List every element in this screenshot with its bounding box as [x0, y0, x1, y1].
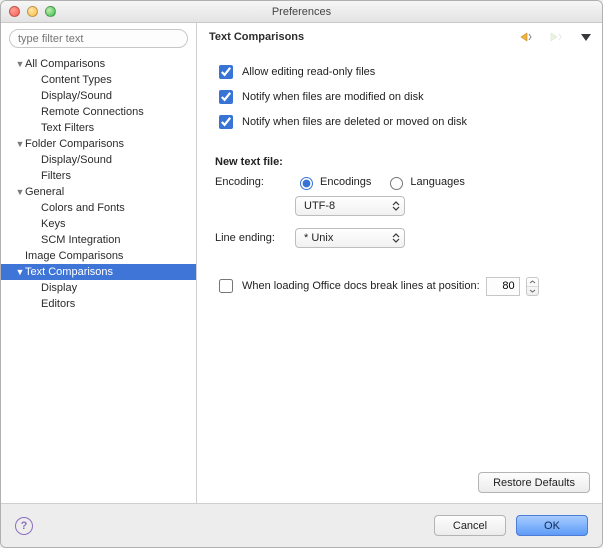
tree-item[interactable]: Remote Connections	[1, 104, 196, 120]
tree-item-label: SCM Integration	[41, 234, 120, 246]
encodings-radio-label: Encodings	[320, 176, 371, 188]
minimize-window-button[interactable]	[27, 6, 38, 17]
encoding-select-value: UTF-8	[304, 200, 335, 212]
form-area: Allow editing read-only files Notify whe…	[197, 53, 602, 300]
panel-title: Text Comparisons	[209, 31, 512, 43]
tree-item[interactable]: SCM Integration	[1, 232, 196, 248]
notify-deleted-label: Notify when files are deleted or moved o…	[242, 116, 467, 128]
line-ending-label: Line ending:	[215, 232, 295, 244]
disclosure-triangle-icon: ▼	[15, 139, 25, 149]
encoding-mode-radio-group: Encodings Languages	[295, 174, 465, 190]
new-text-file-heading: New text file:	[215, 156, 584, 168]
tree-item-label: Folder Comparisons	[25, 138, 124, 150]
tree-item[interactable]: Display	[1, 280, 196, 296]
preferences-window: Preferences ▼All ComparisonsContent Type…	[0, 0, 603, 548]
line-ending-select[interactable]: * Unix	[295, 228, 405, 248]
disclosure-triangle-icon: ▼	[15, 267, 25, 277]
tree-item-label: Editors	[41, 298, 75, 310]
office-break-checkbox[interactable]	[219, 279, 233, 293]
notify-deleted-checkbox[interactable]	[219, 115, 233, 129]
tree-item-label: Content Types	[41, 74, 112, 86]
office-break-label: When loading Office docs break lines at …	[242, 280, 480, 292]
tree-item-label: Remote Connections	[41, 106, 144, 118]
sidebar: ▼All ComparisonsContent TypesDisplay/Sou…	[1, 23, 197, 503]
encoding-select[interactable]: UTF-8	[295, 196, 405, 216]
tree-item-label: Display/Sound	[41, 90, 112, 102]
stepper-up-icon[interactable]	[527, 278, 538, 287]
tree-item[interactable]: Image Comparisons	[1, 248, 196, 264]
content-area: ▼All ComparisonsContent TypesDisplay/Sou…	[1, 23, 602, 503]
stepper-down-icon[interactable]	[527, 287, 538, 295]
nav-controls	[512, 31, 592, 43]
filter-input[interactable]	[9, 29, 188, 48]
allow-edit-ro-checkbox[interactable]	[219, 65, 233, 79]
cancel-button[interactable]: Cancel	[434, 515, 506, 536]
tree-item[interactable]: Colors and Fonts	[1, 200, 196, 216]
encodings-radio[interactable]	[300, 177, 313, 190]
tree-item[interactable]: Filters	[1, 168, 196, 184]
tree-item[interactable]: Keys	[1, 216, 196, 232]
encoding-select-row: UTF-8	[215, 196, 584, 216]
window-controls	[1, 6, 56, 17]
tree-item[interactable]: Editors	[1, 296, 196, 312]
tree-item-label: Image Comparisons	[25, 250, 123, 262]
panel-header: Text Comparisons	[197, 23, 602, 53]
languages-radio-label: Languages	[410, 176, 464, 188]
help-button[interactable]: ?	[15, 517, 33, 535]
disclosure-triangle-icon: ▼	[15, 59, 25, 69]
footer: ? Cancel OK	[1, 503, 602, 547]
encodings-radio-row[interactable]: Encodings	[295, 174, 371, 190]
tree-item[interactable]: ▼Folder Comparisons	[1, 136, 196, 152]
tree-item[interactable]: ▼All Comparisons	[1, 56, 196, 72]
back-button[interactable]	[512, 31, 532, 43]
notify-deleted-row[interactable]: Notify when files are deleted or moved o…	[215, 112, 584, 132]
languages-radio[interactable]	[390, 177, 403, 190]
select-stepper-icon	[392, 233, 400, 243]
tree-item[interactable]: Text Filters	[1, 120, 196, 136]
notify-modified-label: Notify when files are modified on disk	[242, 91, 424, 103]
filter-container	[9, 29, 188, 48]
tree-item[interactable]: Display/Sound	[1, 88, 196, 104]
allow-edit-ro-label: Allow editing read-only files	[242, 66, 375, 78]
allow-edit-ro-row[interactable]: Allow editing read-only files	[215, 62, 584, 82]
notify-modified-checkbox[interactable]	[219, 90, 233, 104]
close-window-button[interactable]	[9, 6, 20, 17]
tree-item-label: Colors and Fonts	[41, 202, 125, 214]
disclosure-triangle-icon: ▼	[15, 187, 25, 197]
tree-item-label: Keys	[41, 218, 65, 230]
tree-item-label: All Comparisons	[25, 58, 105, 70]
window-title: Preferences	[1, 6, 602, 18]
select-stepper-icon	[392, 201, 400, 211]
zoom-window-button[interactable]	[45, 6, 56, 17]
menu-button[interactable]	[580, 31, 592, 43]
tree-item[interactable]: Display/Sound	[1, 152, 196, 168]
office-break-stepper[interactable]	[526, 277, 539, 296]
encoding-mode-row: Encoding: Encodings Languages	[215, 174, 584, 190]
tree-item-label: Text Filters	[41, 122, 94, 134]
titlebar: Preferences	[1, 1, 602, 23]
tree-item[interactable]: ▼Text Comparisons	[1, 264, 196, 280]
tree-item[interactable]: Content Types	[1, 72, 196, 88]
office-break-position-input[interactable]	[486, 277, 520, 296]
tree-item-label: Display/Sound	[41, 154, 112, 166]
tree-item-label: Filters	[41, 170, 71, 182]
ok-button[interactable]: OK	[516, 515, 588, 536]
tree-item-label: Display	[41, 282, 77, 294]
tree-item[interactable]: ▼General	[1, 184, 196, 200]
forward-button	[546, 31, 566, 43]
tree-item-label: General	[25, 186, 64, 198]
preferences-tree[interactable]: ▼All ComparisonsContent TypesDisplay/Sou…	[1, 54, 196, 503]
line-ending-value: * Unix	[304, 232, 333, 244]
restore-defaults-button[interactable]: Restore Defaults	[478, 472, 590, 493]
languages-radio-row[interactable]: Languages	[385, 174, 464, 190]
tree-item-label: Text Comparisons	[25, 266, 113, 278]
restore-row: Restore Defaults	[197, 472, 602, 503]
encoding-field-label: Encoding:	[215, 176, 295, 188]
main-panel: Text Comparisons Allow editing r	[197, 23, 602, 503]
office-break-row: When loading Office docs break lines at …	[215, 276, 584, 296]
notify-modified-row[interactable]: Notify when files are modified on disk	[215, 87, 584, 107]
line-ending-row: Line ending: * Unix	[215, 228, 584, 248]
